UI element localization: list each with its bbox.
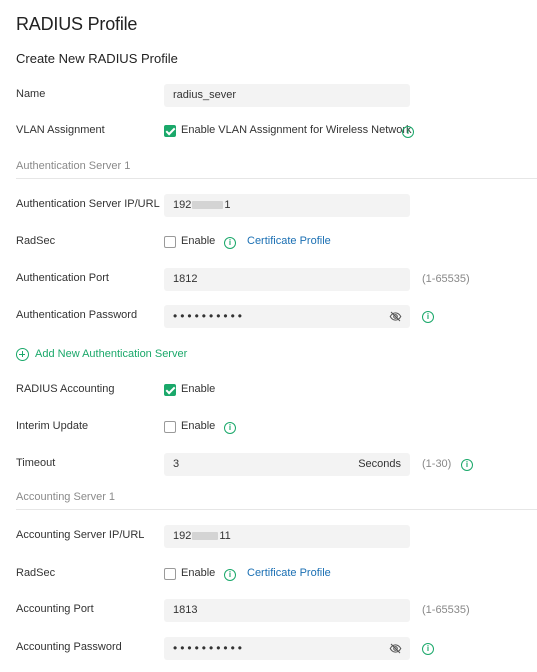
auth-port-range: (1-65535)	[422, 273, 470, 285]
auth-radsec-row: RadSec Enable i Certificate Profile	[0, 231, 537, 255]
info-icon[interactable]: i	[224, 569, 236, 581]
auth-ip-suffix: 1	[224, 199, 231, 211]
auth-ip-input[interactable]: 192 1	[164, 194, 410, 217]
acct-ip-suffix: 11	[219, 530, 231, 542]
auth-radsec-checkbox-label[interactable]: Enable	[181, 235, 215, 247]
eye-off-icon[interactable]	[389, 642, 402, 655]
accounting-row: RADIUS Accounting Enable	[0, 379, 537, 403]
timeout-unit: Seconds	[358, 458, 401, 470]
auth-password-row: Authentication Password •••••••••• i	[0, 305, 537, 329]
vlan-row: VLAN Assignment Enable VLAN Assignment f…	[0, 120, 537, 144]
timeout-range: (1-30)	[422, 458, 452, 470]
acct-port-row: Accounting Port 1813 (1-65535)	[0, 599, 537, 623]
interim-checkbox[interactable]	[164, 421, 176, 433]
acct-port-value: 1813	[173, 604, 198, 616]
acct-password-label: Accounting Password	[16, 641, 122, 653]
acct-ip-prefix: 192	[173, 530, 192, 542]
page-title: RADIUS Profile	[16, 14, 138, 34]
auth-password-label: Authentication Password	[16, 309, 138, 321]
auth-port-label: Authentication Port	[16, 272, 109, 284]
name-row: Name radius_sever	[0, 84, 537, 108]
info-icon[interactable]: i	[402, 126, 414, 138]
accounting-checkbox[interactable]	[164, 384, 176, 396]
vlan-label: VLAN Assignment	[16, 124, 105, 136]
acct-port-label: Accounting Port	[16, 603, 94, 615]
acct-certificate-profile-link[interactable]: Certificate Profile	[247, 567, 331, 579]
auth-server-header: Authentication Server 1	[16, 160, 131, 172]
acct-ip-row: Accounting Server IP/URL 192 11	[0, 525, 537, 549]
acct-ip-label: Accounting Server IP/URL	[16, 529, 145, 541]
acct-radsec-label: RadSec	[16, 567, 56, 579]
acct-password-row: Accounting Password •••••••••• i	[0, 637, 537, 661]
timeout-row: Timeout 3 Seconds (1-30) i	[0, 453, 537, 477]
acct-password-value: ••••••••••	[173, 641, 246, 655]
eye-off-icon[interactable]	[389, 310, 402, 323]
interim-row: Interim Update Enable i	[0, 416, 537, 440]
auth-ip-label: Authentication Server IP/URL	[16, 198, 160, 210]
auth-port-value: 1812	[173, 273, 198, 285]
interim-label: Interim Update	[16, 420, 89, 432]
timeout-label: Timeout	[16, 457, 56, 469]
auth-port-input[interactable]: 1812	[164, 268, 410, 291]
info-icon[interactable]: i	[461, 459, 473, 471]
timeout-value: 3	[173, 458, 180, 470]
vlan-checkbox[interactable]	[164, 125, 176, 137]
interim-checkbox-label[interactable]: Enable	[181, 420, 215, 432]
timeout-input[interactable]: 3 Seconds	[164, 453, 410, 476]
acct-ip-input[interactable]: 192 11	[164, 525, 410, 548]
acct-server-header: Accounting Server 1	[16, 491, 116, 503]
auth-password-value: ••••••••••	[173, 309, 246, 323]
auth-radsec-label: RadSec	[16, 235, 56, 247]
name-input[interactable]: radius_sever	[164, 84, 410, 107]
vlan-checkbox-label[interactable]: Enable VLAN Assignment for Wireless Netw…	[181, 124, 411, 136]
info-icon[interactable]: i	[422, 311, 434, 323]
info-icon[interactable]: i	[422, 643, 434, 655]
accounting-label: RADIUS Accounting	[16, 383, 115, 395]
acct-password-input[interactable]: ••••••••••	[164, 637, 410, 660]
info-icon[interactable]: i	[224, 422, 236, 434]
acct-radsec-row: RadSec Enable i Certificate Profile	[0, 563, 537, 587]
acct-server-divider	[16, 509, 537, 510]
auth-ip-prefix: 192	[173, 199, 192, 211]
auth-password-input[interactable]: ••••••••••	[164, 305, 410, 328]
auth-radsec-checkbox[interactable]	[164, 236, 176, 248]
auth-ip-row: Authentication Server IP/URL 192 1	[0, 194, 537, 218]
name-label: Name	[16, 88, 46, 100]
name-value: radius_sever	[173, 89, 236, 101]
redacted-block	[192, 532, 219, 541]
accounting-checkbox-label[interactable]: Enable	[181, 383, 215, 395]
redacted-block	[192, 201, 224, 210]
acct-port-input[interactable]: 1813	[164, 599, 410, 622]
acct-radsec-checkbox-label[interactable]: Enable	[181, 567, 215, 579]
add-auth-server-label: Add New Authentication Server	[35, 348, 188, 360]
acct-radsec-checkbox[interactable]	[164, 568, 176, 580]
auth-server-divider	[16, 178, 537, 179]
plus-circle-icon	[16, 348, 29, 361]
acct-port-range: (1-65535)	[422, 604, 470, 616]
info-icon[interactable]: i	[224, 237, 236, 249]
auth-certificate-profile-link[interactable]: Certificate Profile	[247, 235, 331, 247]
auth-port-row: Authentication Port 1812 (1-65535)	[0, 268, 537, 292]
section-title: Create New RADIUS Profile	[16, 51, 178, 66]
